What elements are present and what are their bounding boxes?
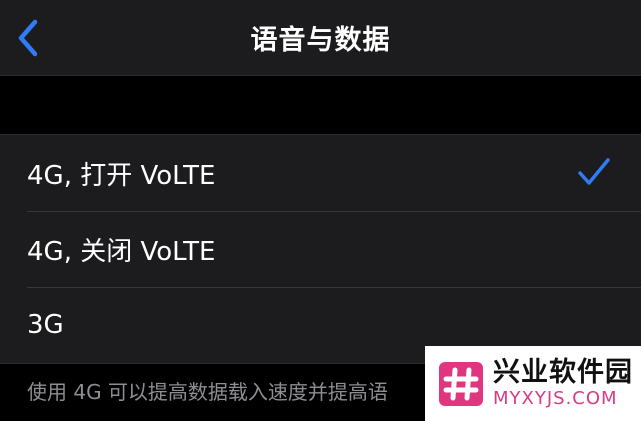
option-label: 4G, 打开 VoLTE xyxy=(27,160,216,191)
watermark-text: 兴业软件园 MYXYJS.COM xyxy=(493,359,633,408)
footer-description: 使用 4G 可以提高数据载入速度并提高语 xyxy=(27,380,388,404)
watermark-url: MYXYJS.COM xyxy=(493,388,618,409)
network-options-list: 4G, 打开 VoLTE 4G, 关闭 VoLTE 3G xyxy=(0,134,641,364)
checkmark-icon xyxy=(578,158,610,185)
option-4g-volte-off[interactable]: 4G, 关闭 VoLTE xyxy=(0,211,641,287)
watermark-badge: 兴业软件园 MYXYJS.COM xyxy=(425,346,641,421)
page-title: 语音与数据 xyxy=(250,25,391,56)
option-4g-volte-on[interactable]: 4G, 打开 VoLTE xyxy=(0,135,641,211)
hash-logo-icon xyxy=(439,361,483,406)
option-label: 4G, 关闭 VoLTE xyxy=(27,236,216,267)
navigation-bar: 语音与数据 xyxy=(0,0,641,76)
watermark-name: 兴业软件园 xyxy=(493,357,633,388)
option-label: 3G xyxy=(27,310,64,340)
